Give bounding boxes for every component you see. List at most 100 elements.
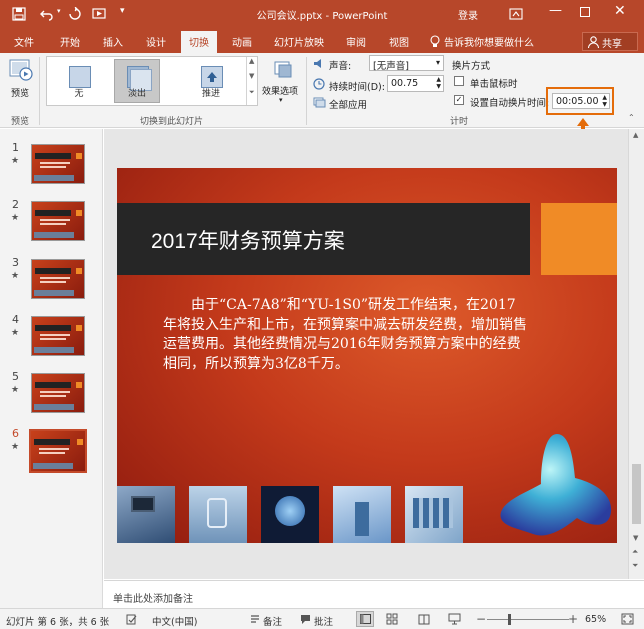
preview-label: 预览 — [11, 89, 30, 99]
spell-check-icon[interactable] — [126, 614, 137, 625]
tab-design[interactable]: 设计 — [146, 34, 166, 49]
glass-graphic — [207, 498, 227, 528]
effect-options-icon — [274, 61, 292, 78]
slide-photo-2 — [189, 486, 247, 543]
app-name: PowerPoint — [332, 11, 388, 22]
microscope-graphic — [355, 502, 369, 536]
scroll-up-icon[interactable]: ▲ — [633, 131, 638, 139]
tab-file[interactable]: 文件 — [14, 34, 34, 49]
collapse-ribbon-icon[interactable]: ⌃ — [628, 113, 635, 122]
slide-3d-shape — [500, 434, 612, 536]
group-divider — [39, 57, 40, 125]
slide-title[interactable]: 2017年财务预算方案 — [151, 225, 345, 255]
tab-insert[interactable]: 插入 — [103, 34, 123, 49]
sound-label: 声音: — [329, 61, 352, 72]
notes-placeholder: 单击此处添加备注 — [113, 594, 193, 605]
duration-spinner-icon[interactable]: ▲ ▼ — [436, 76, 441, 90]
sound-value: [无声音] — [373, 61, 409, 72]
clock-icon — [313, 78, 325, 90]
transition-push[interactable]: 推进 — [188, 59, 234, 103]
tab-view[interactable]: 视图 — [389, 34, 409, 49]
document-title: 公司会议.pptx — [256, 11, 323, 22]
normal-view-icon — [360, 614, 371, 624]
login-button[interactable]: 登录 — [458, 7, 478, 22]
on-mouse-click-checkbox[interactable] — [454, 76, 464, 86]
slide-thumbnail-image — [31, 316, 85, 356]
sound-icon — [314, 59, 321, 68]
timing-group-label: 计时 — [450, 117, 469, 127]
close-button[interactable]: ✕ — [614, 3, 626, 19]
language-status[interactable]: 中文(中国) — [152, 614, 197, 628]
duration-value: 00.75 — [391, 78, 419, 89]
vertical-scrollbar[interactable]: ▲ ▼ ⏶ ⏷ — [628, 129, 644, 579]
apply-all-icon — [313, 97, 326, 108]
after-time-input[interactable]: 00:05.00 ▲ ▼ — [552, 93, 610, 109]
tab-transitions[interactable]: 切换 — [181, 31, 217, 53]
sound-select[interactable]: [无声音] ▾ — [369, 55, 444, 72]
group-divider — [306, 57, 307, 125]
zoom-level[interactable]: 65% — [585, 614, 606, 625]
gallery-more-icon[interactable]: ⏷ — [249, 88, 255, 97]
next-slide-icon[interactable]: ⏷ — [632, 561, 638, 571]
comments-toggle[interactable]: 批注 — [314, 614, 333, 628]
preview-icon — [9, 59, 33, 81]
after-time-value: 00:05.00 — [556, 96, 599, 107]
gallery-down-icon[interactable]: ▼ — [249, 72, 254, 80]
transition-star-icon: ★ — [11, 213, 20, 223]
slide-canvas[interactable]: 2017年财务预算方案 由于“CA-7A8”和“YU-1S0”研发工作结束，在2… — [117, 168, 617, 543]
zoom-in-button[interactable]: + — [568, 612, 578, 626]
preview-button[interactable]: 预览 — [4, 59, 38, 103]
preview-group-label: 预览 — [11, 117, 30, 127]
reading-view-icon[interactable] — [418, 613, 430, 625]
transition-star-icon: ★ — [11, 156, 20, 166]
notes-pane[interactable]: 单击此处添加备注 — [104, 580, 644, 608]
zoom-slider-thumb[interactable] — [508, 614, 511, 625]
arrow-up-icon — [207, 72, 217, 82]
transition-none[interactable]: 无 — [56, 59, 102, 103]
apply-all-button[interactable]: 全部应用 — [329, 97, 367, 111]
device-graphic — [131, 496, 155, 512]
effect-options-button[interactable]: 效果选项 ▾ — [262, 59, 304, 107]
slideshow-view-icon[interactable] — [448, 613, 461, 625]
tab-review[interactable]: 审阅 — [346, 34, 366, 49]
tell-me-search[interactable]: 告诉我你想要做什么 — [444, 34, 534, 49]
slide-thumbnail-image — [31, 373, 85, 413]
slide-body-text[interactable]: 由于“CA-7A8”和“YU-1S0”研发工作结束，在2017年将投入生产和上市… — [163, 296, 528, 374]
fit-to-window-icon[interactable] — [621, 613, 634, 625]
after-time-spinner-icon[interactable]: ▲ ▼ — [602, 94, 607, 108]
slide-sorter-icon[interactable] — [386, 613, 398, 625]
normal-view-button[interactable] — [356, 611, 374, 627]
on-mouse-click-label: 单击鼠标时 — [470, 79, 518, 90]
slide-number: 4 — [12, 313, 19, 326]
after-time-checkbox[interactable]: ✓ — [454, 95, 464, 105]
slide-number: 1 — [12, 141, 19, 154]
scroll-thumb[interactable] — [632, 464, 641, 524]
transition-none-label: 无 — [74, 89, 84, 99]
advance-slide-title: 换片方式 — [452, 61, 491, 72]
title-bar: ▾ ▾ 公司会议.pptx - PowerPoint 登录 — ✕ — [0, 0, 644, 29]
disc-graphic — [275, 496, 305, 526]
previous-slide-icon[interactable]: ⏶ — [632, 547, 638, 557]
duration-input[interactable]: 00.75 ▲ ▼ — [387, 75, 444, 92]
transition-star-icon: ★ — [11, 328, 20, 338]
share-button[interactable]: 共享 — [582, 32, 638, 51]
chevron-down-icon: ▾ — [435, 58, 440, 67]
transition-fade[interactable]: 淡出 — [114, 59, 160, 103]
notes-toggle[interactable]: 备注 — [263, 614, 282, 628]
transition-group-label: 切换到此幻灯片 — [140, 117, 204, 127]
tab-animations[interactable]: 动画 — [232, 34, 252, 49]
minimize-button[interactable]: — — [549, 3, 562, 18]
zoom-out-button[interactable]: − — [476, 612, 486, 626]
transition-none-icon — [69, 66, 91, 88]
maximize-button[interactable] — [580, 7, 590, 17]
gallery-up-icon[interactable]: ▲ — [249, 57, 254, 65]
slide-photo-3 — [261, 486, 319, 543]
scroll-down-icon[interactable]: ▼ — [633, 534, 638, 542]
tab-slideshow[interactable]: 幻灯片放映 — [274, 34, 324, 49]
slide-thumbnail-image — [31, 259, 85, 299]
after-time-label: 设置自动换片时间: — [470, 98, 550, 109]
tab-home[interactable]: 开始 — [60, 34, 80, 49]
transition-star-icon: ★ — [11, 271, 20, 281]
ribbon-display-options-icon[interactable] — [509, 7, 523, 21]
zoom-slider[interactable] — [487, 619, 569, 620]
